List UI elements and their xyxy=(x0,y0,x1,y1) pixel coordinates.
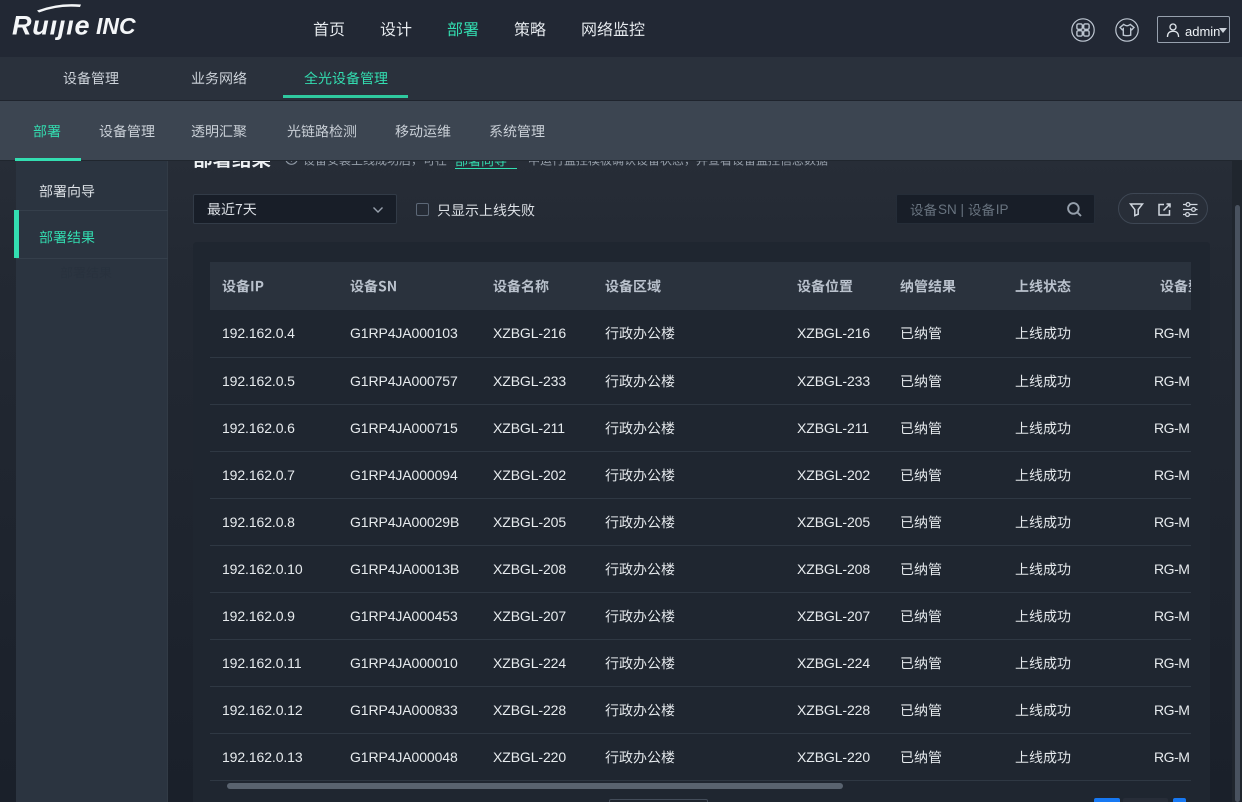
svg-text:Ruıȷıe: Ruıȷıe xyxy=(12,11,90,41)
svg-text:INC: INC xyxy=(96,13,136,39)
